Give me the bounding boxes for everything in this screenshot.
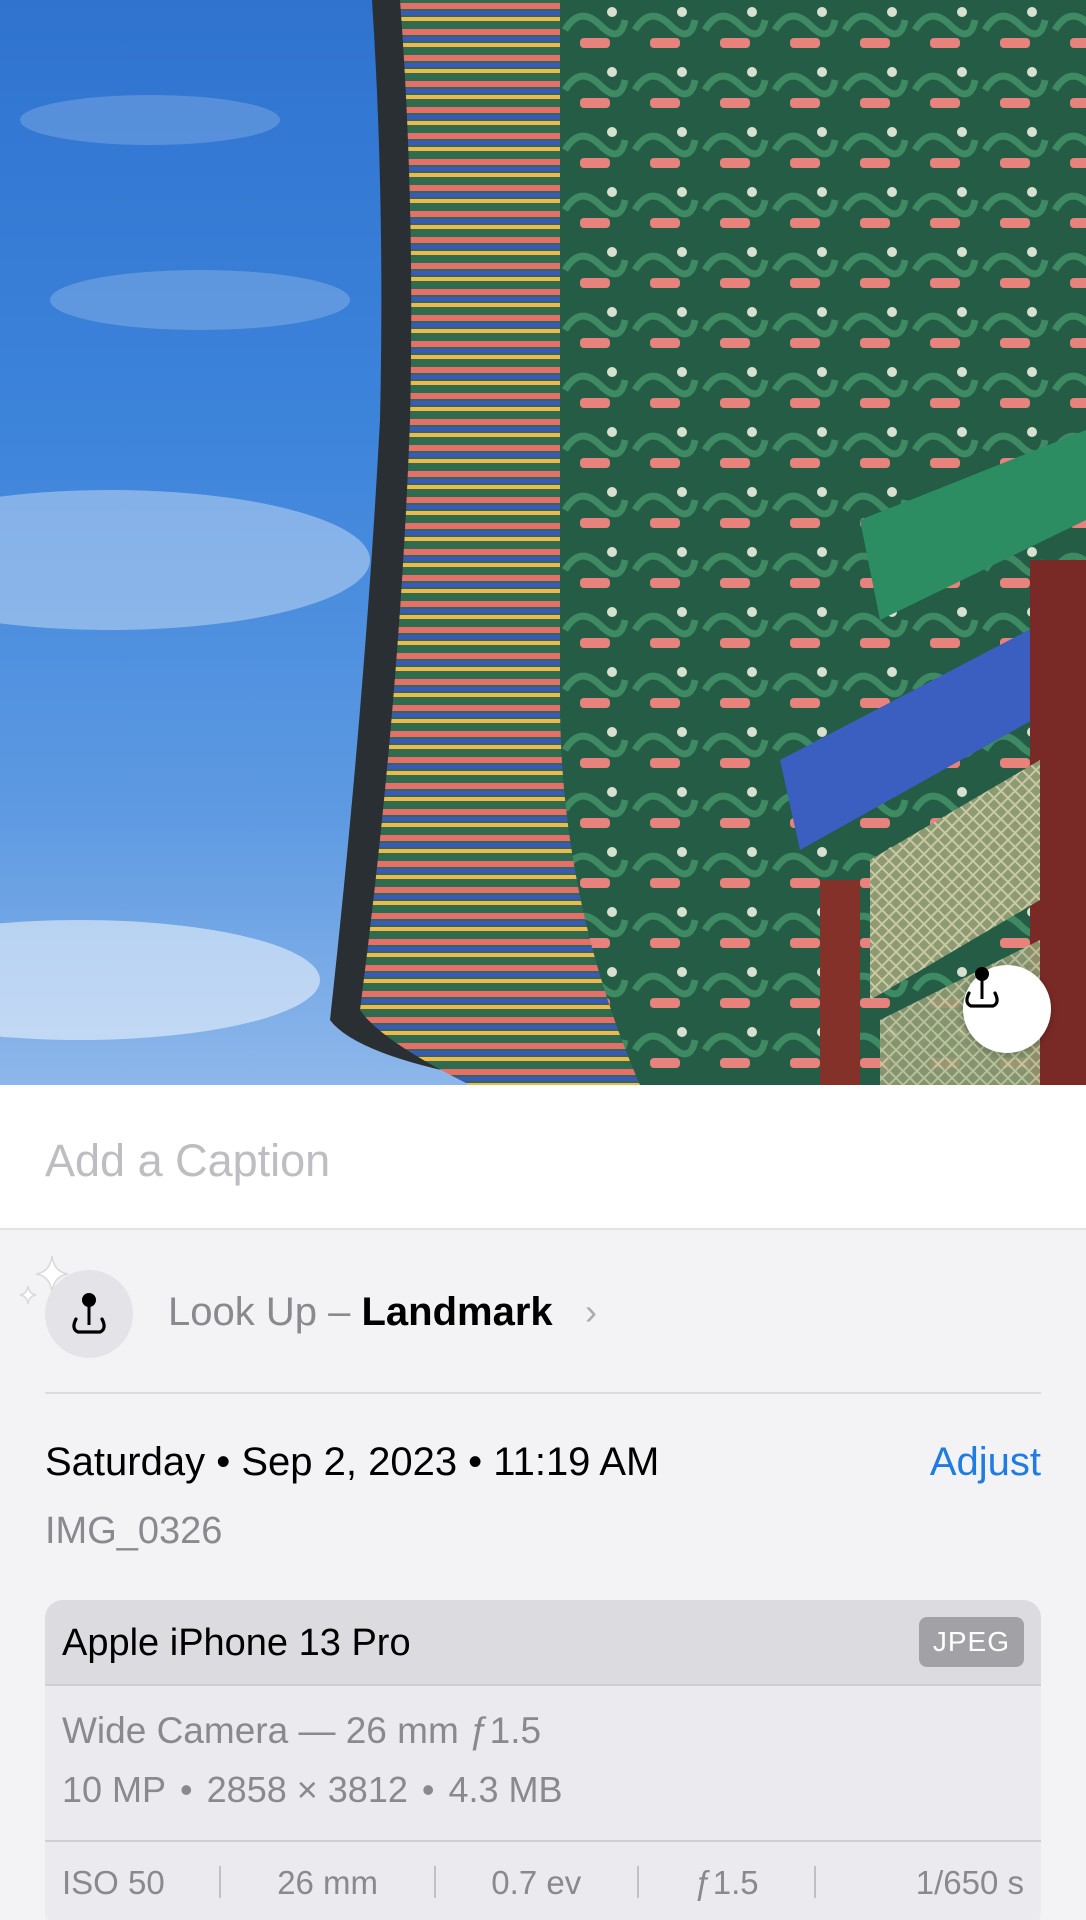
exif-focal-length: 26 mm [277,1864,379,1901]
palace-roof-illustration [0,0,1086,1085]
file-size: 4.3 MB [448,1769,563,1810]
lookup-landmark-row[interactable]: Look Up – Landmark › [0,1232,1086,1392]
exif-aperture: ƒ1.5 [694,1864,759,1901]
caption-section [0,1085,1086,1230]
lookup-label: Look Up – Landmark [168,1292,553,1332]
file-name: IMG_0326 [45,1510,223,1552]
camera-info-card: Apple iPhone 13 Pro JPEG Wide Camera — 2… [45,1600,1041,1920]
photo-info-screen: Look Up – Landmark › Saturday • Sep 2, 2… [0,0,1086,1920]
exif-iso: ISO 50 [62,1864,165,1901]
spec-separator: • [421,1769,435,1810]
section-divider [45,1392,1041,1394]
spec-separator: • [180,1769,193,1810]
caption-input[interactable] [45,1135,1035,1187]
landmark-pin-icon [965,967,999,1008]
adjust-button[interactable]: Adjust [930,1442,1041,1482]
lookup-subject: Landmark [361,1290,553,1334]
lens-info: Wide Camera — 26 mm ƒ1.5 [62,1710,542,1751]
lookup-icon-circle [45,1270,133,1358]
format-badge: JPEG [918,1617,1024,1667]
landmark-lookup-button[interactable] [963,965,1051,1053]
photo-image[interactable] [0,0,1086,1085]
resolution: 2858 × 3812 [206,1769,408,1810]
exif-shutter: 1/650 s [915,1864,1025,1901]
megapixels: 10 MP [62,1769,167,1810]
exif-exposure-bias: 0.7 ev [491,1864,582,1901]
exif-row: ISO 50 26 mm 0.7 ev ƒ1.5 1/650 s [45,1842,1041,1920]
lookup-prefix: Look Up – [168,1290,362,1334]
camera-card-header: Apple iPhone 13 Pro JPEG [45,1600,1041,1686]
chevron-right-icon: › [585,1291,597,1332]
device-name: Apple iPhone 13 Pro [62,1622,411,1664]
landmark-pin-icon [72,1293,106,1334]
capture-date-time: Saturday • Sep 2, 2023 • 11:19 AM [45,1440,660,1484]
image-specs: 10 MP • 2858 × 3812 • 4.3 MB [62,1772,563,1808]
